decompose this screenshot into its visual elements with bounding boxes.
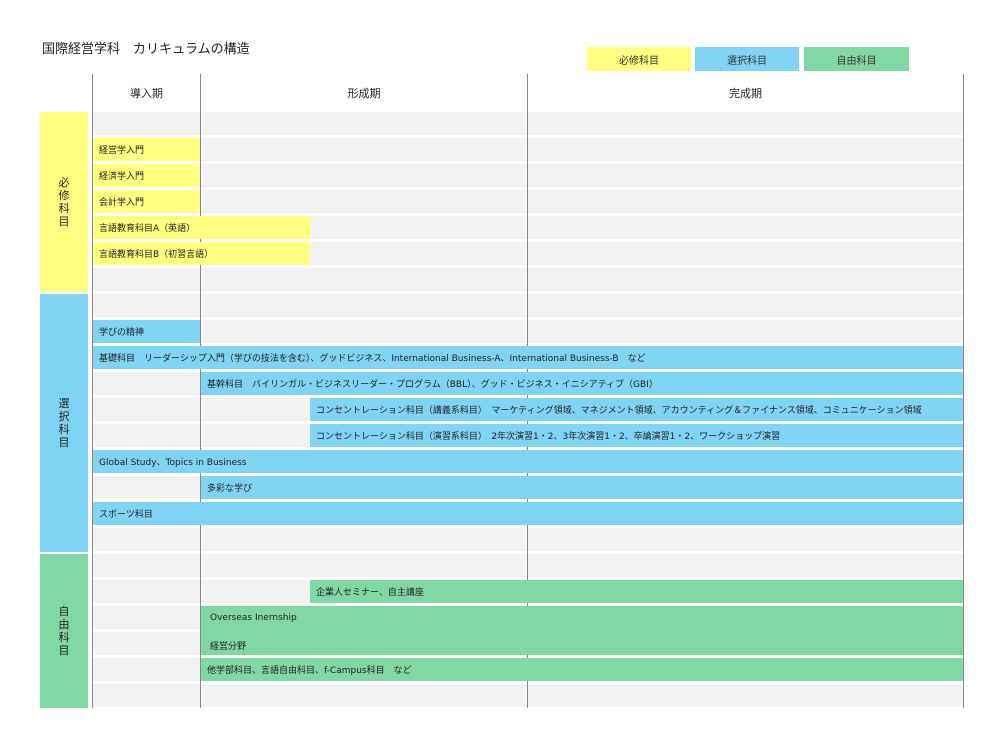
course-bar: 企業人セミナー、自主講座 (310, 580, 963, 603)
category-required: 必修科目 (40, 112, 88, 292)
course-bar: 基礎科目 リーダーシップ入門（学びの技法を含む）、グッドビジネス、Interna… (93, 346, 963, 369)
category-free-label: 自由科目 (58, 605, 70, 657)
legend-elective: 選択科目 (695, 47, 799, 71)
course-bar: 言語教育科目B（初習言語） (93, 242, 310, 265)
course-bar: 学びの精神 (93, 320, 200, 343)
category-elective: 選択科目 (40, 294, 88, 552)
course-bar: 経営学入門 (93, 138, 200, 161)
page-title: 国際経営学科 カリキュラムの構造 (42, 42, 250, 57)
period-header-completion: 完成期 (729, 87, 762, 100)
category-free: 自由科目 (40, 554, 88, 708)
course-bar: コンセントレーション科目（講義系科目） マーケティング領域、マネジメント領域、ア… (310, 398, 963, 421)
column-line (963, 74, 964, 708)
course-bar: 他学部科目、言語自由科目、f-Campus科目 など (201, 658, 963, 681)
legend-free: 自由科目 (804, 47, 909, 71)
course-bar: Overseas Inernship 経営分野 (201, 606, 963, 655)
course-bar: 経済学入門 (93, 164, 200, 187)
category-required-label: 必修科目 (58, 176, 70, 228)
legend-required: 必修科目 (587, 47, 691, 71)
course-bar: Global Study、Topics in Business (93, 450, 963, 473)
period-header-intro: 導入期 (130, 87, 163, 100)
course-label: 経営分野 (210, 642, 247, 652)
course-bar: 言語教育科目A（英語） (93, 216, 310, 239)
course-bar: 多彩な学び (201, 476, 963, 499)
course-bar: スポーツ科目 (93, 502, 963, 525)
period-header-formation: 形成期 (347, 87, 381, 100)
category-elective-label: 選択科目 (58, 397, 70, 449)
course-bar: 会計学入門 (93, 190, 200, 213)
course-bar: 基幹科目 バイリンガル・ビジネスリーダー・プログラム（BBL）、グッド・ビジネス… (201, 372, 963, 395)
course-bar: コンセントレーション科目（演習系科目） 2年次演習1・2、3年次演習1・2、卒論… (310, 424, 963, 447)
course-label: Overseas Inernship (210, 613, 297, 623)
